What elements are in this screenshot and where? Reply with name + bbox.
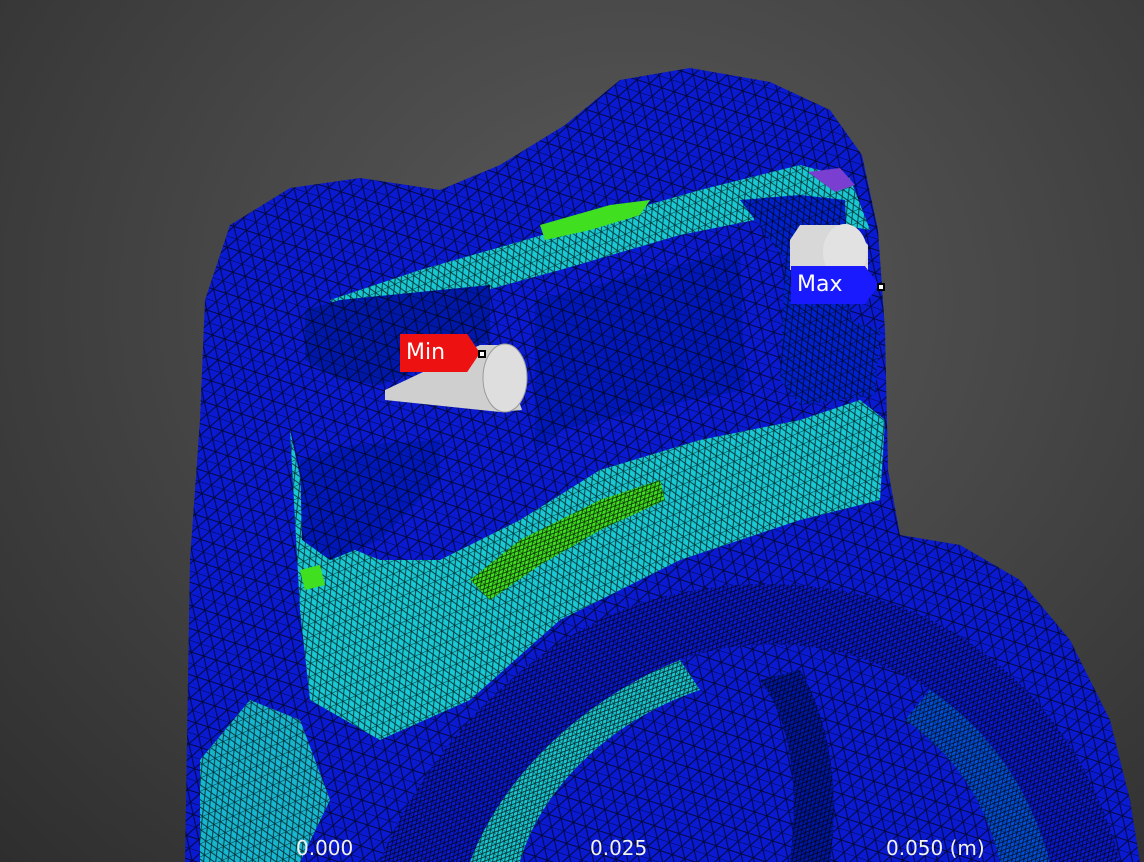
min-probe-label[interactable]: Min — [400, 334, 480, 372]
scale-tick-2: 0.050 (m) — [886, 836, 985, 860]
min-probe-anchor — [478, 350, 486, 358]
scale-tick-1: 0.025 — [590, 836, 648, 860]
scale-tick-0: 0.000 — [296, 836, 354, 860]
max-probe-label[interactable]: Max — [791, 266, 879, 304]
model-viewport[interactable] — [0, 0, 1144, 862]
max-probe-anchor — [877, 283, 885, 291]
